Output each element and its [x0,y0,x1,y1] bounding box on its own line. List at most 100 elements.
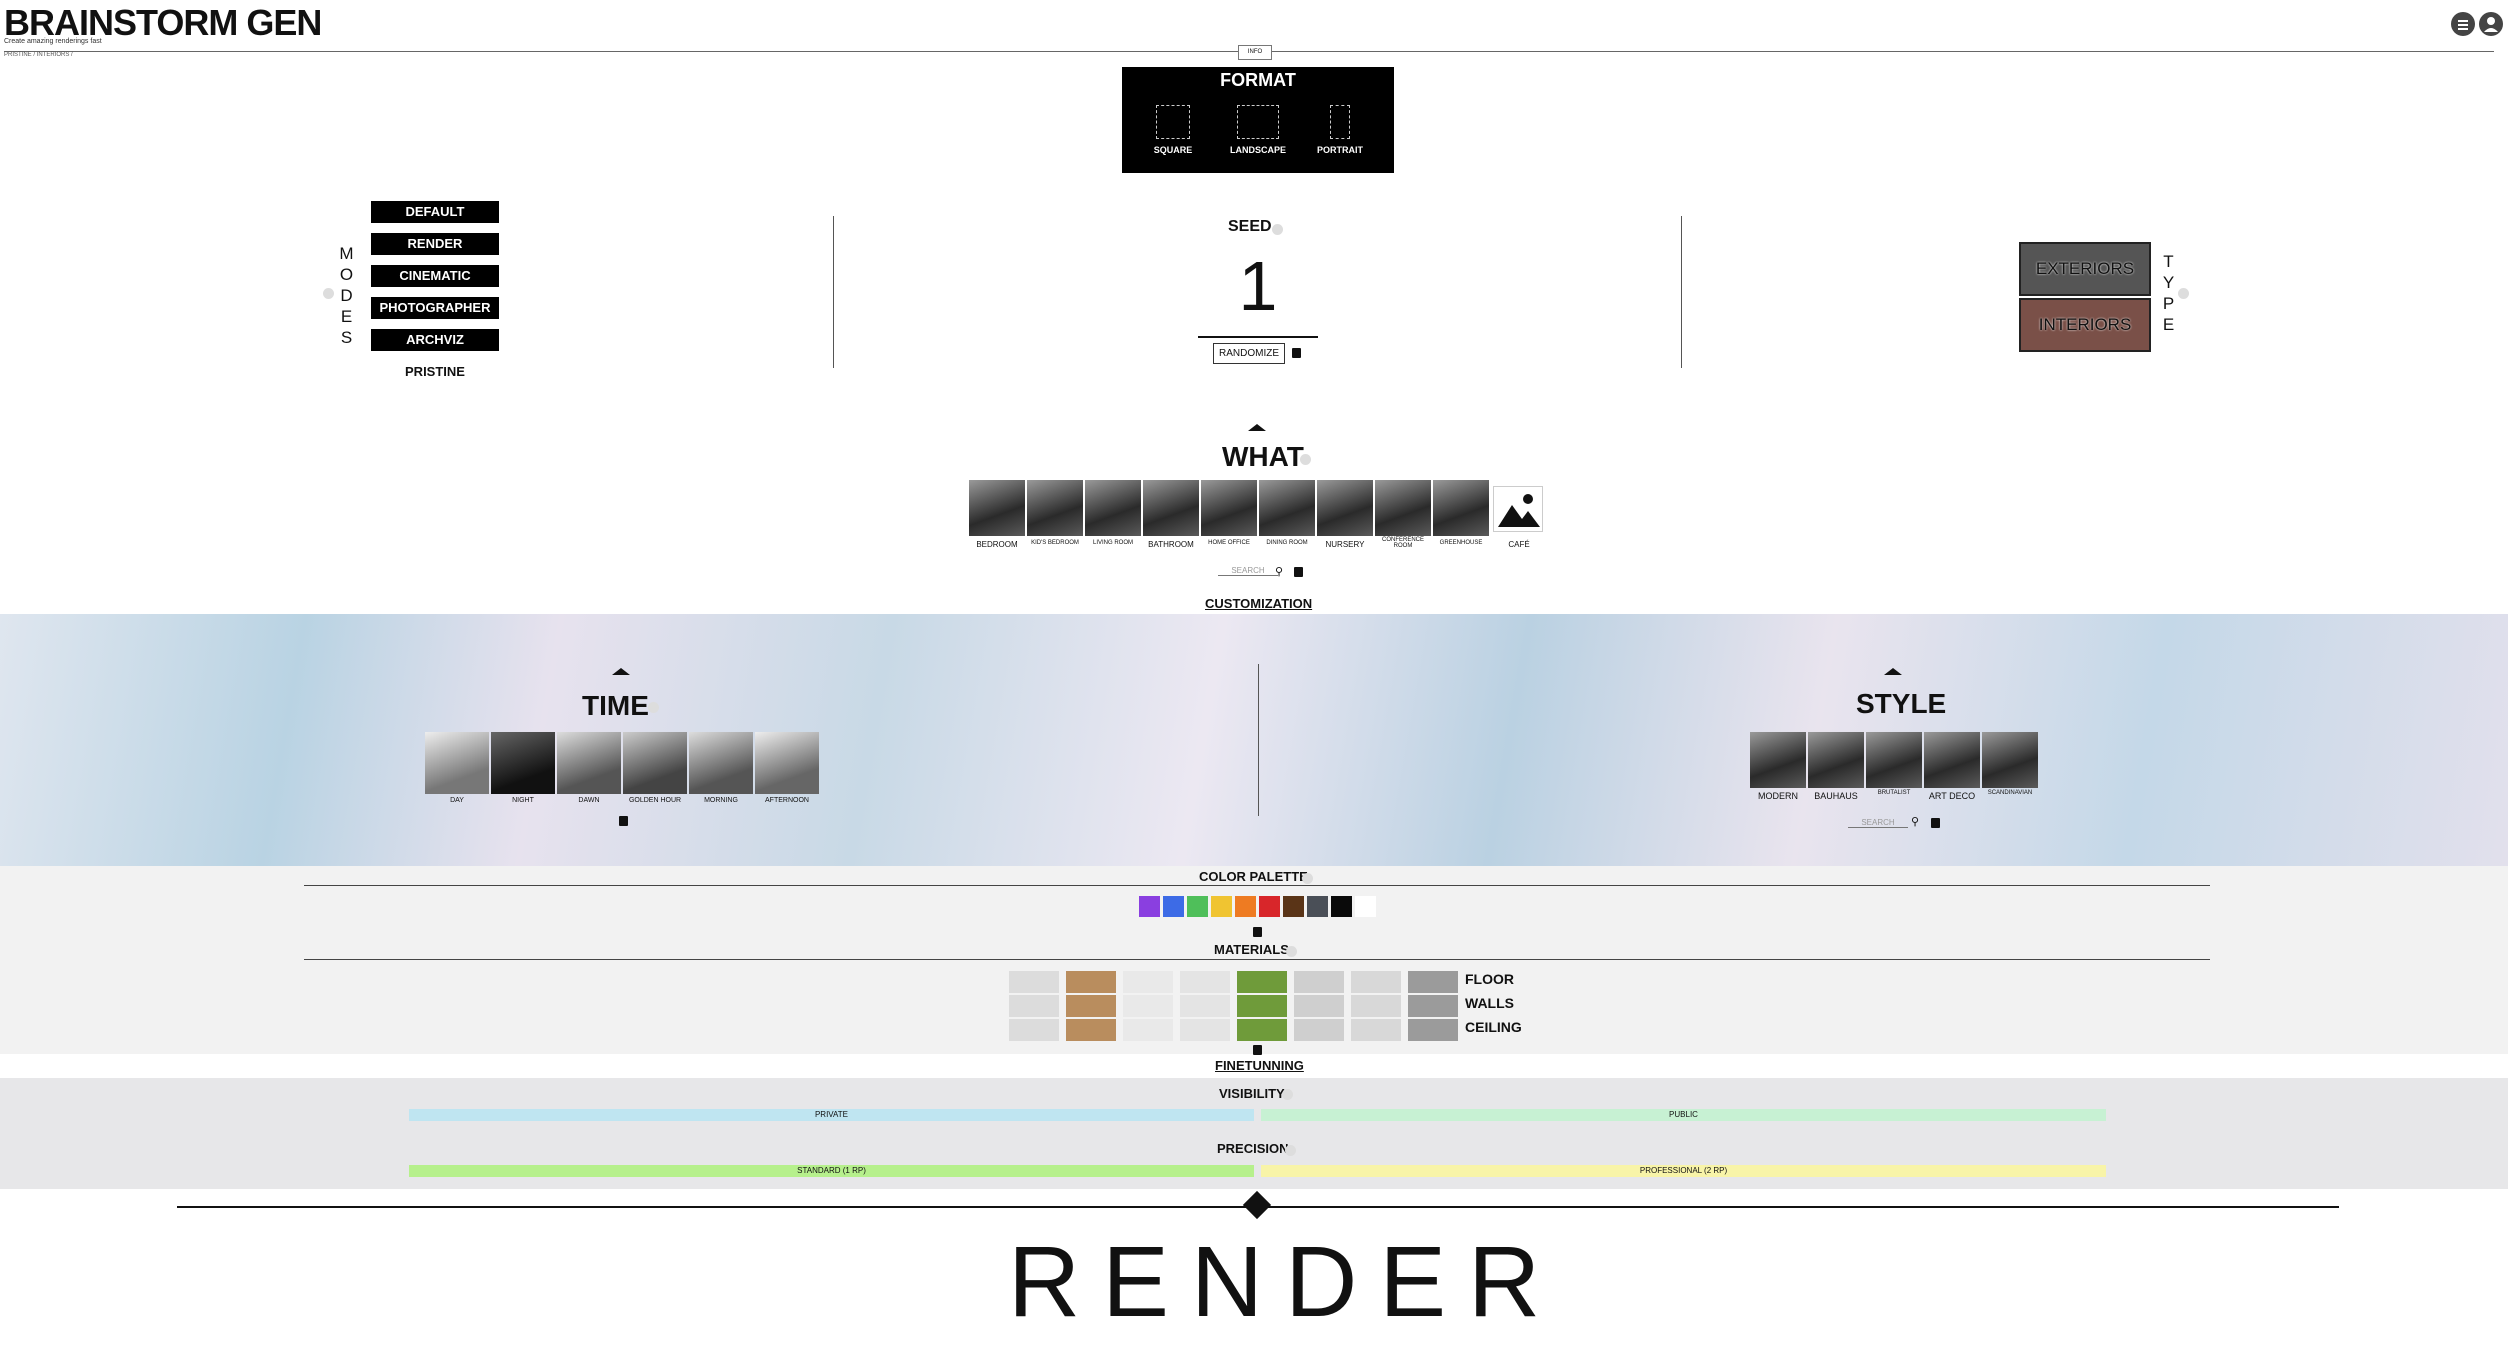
material-swatch[interactable] [1237,995,1287,1017]
color-swatch[interactable] [1355,896,1376,917]
material-swatch[interactable] [1009,1019,1059,1041]
format-square[interactable]: SQUARE [1150,105,1196,155]
precision-info-icon[interactable] [1285,1145,1296,1156]
what-trash-icon[interactable] [1294,567,1303,577]
mode-cinematic-button[interactable]: CINEMATIC [371,265,499,287]
what-item-nursery[interactable] [1317,480,1373,536]
material-swatch[interactable] [1180,971,1230,993]
format-landscape[interactable]: LANDSCAPE [1220,105,1296,155]
palette-trash-icon[interactable] [1253,927,1262,937]
style-item-brutalist[interactable] [1866,732,1922,788]
material-swatch[interactable] [1408,971,1458,993]
material-swatch[interactable] [1351,971,1401,993]
what-item-bedroom[interactable] [969,480,1025,536]
time-item-golden-hour[interactable] [623,732,687,794]
time-item-dawn[interactable] [557,732,621,794]
style-item-bauhaus[interactable] [1808,732,1864,788]
visibility-public-option[interactable]: PUBLIC [1261,1109,2106,1121]
color-swatch[interactable] [1139,896,1160,917]
color-swatch[interactable] [1331,896,1352,917]
material-swatch[interactable] [1180,995,1230,1017]
material-swatch[interactable] [1408,995,1458,1017]
collapse-caret-icon[interactable] [1248,424,1266,431]
color-swatch[interactable] [1235,896,1256,917]
color-swatch[interactable] [1211,896,1232,917]
visibility-info-icon[interactable] [1282,1089,1293,1100]
material-swatch[interactable] [1123,971,1173,993]
type-exteriors-button[interactable]: EXTERIORS [2019,242,2151,296]
material-swatch[interactable] [1237,971,1287,993]
material-swatch[interactable] [1066,1019,1116,1041]
style-search-input[interactable]: SEARCH [1848,818,1908,828]
search-icon[interactable]: ⚲ [1275,565,1283,578]
material-swatch[interactable] [1009,995,1059,1017]
seed-value[interactable]: 1 [1198,246,1318,326]
what-item-living-room[interactable] [1085,480,1141,536]
time-trash-icon[interactable] [619,816,628,826]
mode-render-button[interactable]: RENDER [371,233,499,255]
material-swatch[interactable] [1351,1019,1401,1041]
time-caret-icon[interactable] [612,668,630,675]
color-swatch[interactable] [1259,896,1280,917]
visibility-private-option[interactable]: PRIVATE [409,1109,1254,1121]
trash-icon[interactable] [1292,348,1301,358]
mode-pristine-selected[interactable]: PRISTINE [371,364,499,379]
randomize-button[interactable]: RANDOMIZE [1213,343,1285,364]
menu-icon[interactable] [2451,12,2475,36]
material-swatch[interactable] [1066,995,1116,1017]
color-swatch[interactable] [1307,896,1328,917]
materials-info-icon[interactable] [1286,946,1297,957]
material-swatch[interactable] [1294,995,1344,1017]
style-search-icon[interactable]: ⚲ [1911,815,1919,828]
info-button[interactable]: INFO [1238,45,1272,60]
mode-photographer-button[interactable]: PHOTOGRAPHER [371,297,499,319]
type-interiors-button[interactable]: INTERIORS [2019,298,2151,352]
what-item-bathroom[interactable] [1143,480,1199,536]
format-portrait[interactable]: PORTRAIT [1316,105,1364,155]
color-swatch[interactable] [1187,896,1208,917]
what-info-icon[interactable] [1300,454,1311,465]
material-swatch[interactable] [1237,1019,1287,1041]
material-swatch[interactable] [1294,971,1344,993]
what-item-home-office[interactable] [1201,480,1257,536]
style-caret-icon[interactable] [1884,668,1902,675]
style-item-art-deco[interactable] [1924,732,1980,788]
time-item-day[interactable] [425,732,489,794]
what-item-greenhouse[interactable] [1433,480,1489,536]
material-swatch[interactable] [1123,1019,1173,1041]
what-item-cafe[interactable] [1493,486,1543,532]
materials-trash-icon[interactable] [1253,1045,1262,1055]
time-item-afternoon[interactable] [755,732,819,794]
what-item-dining-room[interactable] [1259,480,1315,536]
style-trash-icon[interactable] [1931,818,1940,828]
modes-info-icon[interactable] [323,288,334,299]
style-item-modern[interactable] [1750,732,1806,788]
precision-standard-option[interactable]: STANDARD (1 RP) [409,1165,1254,1177]
material-swatch[interactable] [1180,1019,1230,1041]
what-search-input[interactable]: SEARCH [1218,566,1278,576]
material-swatch[interactable] [1009,971,1059,993]
what-item-kids-bedroom[interactable] [1027,480,1083,536]
time-info-icon[interactable] [648,702,659,713]
time-item-night[interactable] [491,732,555,794]
material-swatch[interactable] [1066,971,1116,993]
precision-professional-option[interactable]: PROFESSIONAL (2 RP) [1261,1165,2106,1177]
material-swatch[interactable] [1294,1019,1344,1041]
seed-info-icon[interactable] [1272,224,1283,235]
material-swatch[interactable] [1408,1019,1458,1041]
customization-link[interactable]: CUSTOMIZATION [1205,596,1312,611]
style-item-scandinavian[interactable] [1982,732,2038,788]
breadcrumb[interactable]: PRISTINE / INTERIORS / [4,52,73,58]
user-icon[interactable] [2479,12,2503,36]
what-item-conference-room[interactable] [1375,480,1431,536]
render-button[interactable]: RENDER [1008,1225,1562,1340]
palette-info-icon[interactable] [1302,873,1313,884]
mode-default-button[interactable]: DEFAULT [371,201,499,223]
color-swatch[interactable] [1163,896,1184,917]
mode-archviz-button[interactable]: ARCHVIZ [371,329,499,351]
finetuning-link[interactable]: FINETUNNING [1215,1058,1304,1073]
type-info-icon[interactable] [2178,288,2189,299]
material-swatch[interactable] [1123,995,1173,1017]
color-swatch[interactable] [1283,896,1304,917]
material-swatch[interactable] [1351,995,1401,1017]
